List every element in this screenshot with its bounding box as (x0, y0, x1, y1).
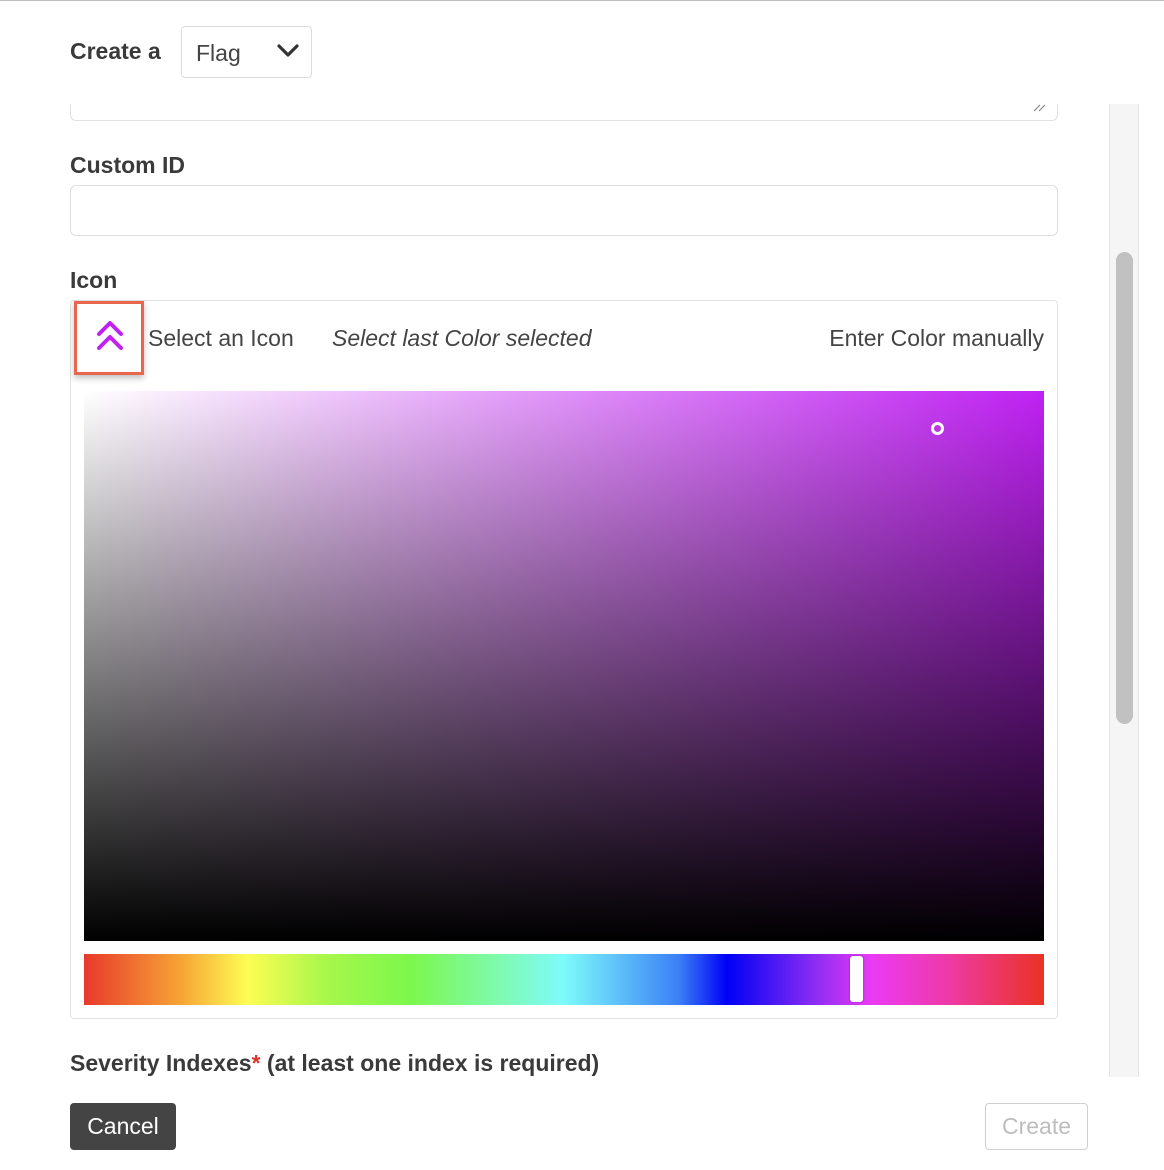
select-icon-link[interactable]: Select an Icon (148, 325, 294, 352)
severity-note: (at least one index is required) (260, 1050, 600, 1076)
custom-id-label: Custom ID (70, 152, 185, 178)
manual-color-link[interactable]: Enter Color manually (829, 325, 1044, 352)
severity-label-text: Severity Indexes (70, 1050, 252, 1076)
hue-slider[interactable] (84, 954, 1044, 1005)
last-color-link[interactable]: Select last Color selected (332, 325, 592, 352)
required-mark: * (251, 1050, 261, 1076)
header (0, 1, 1108, 104)
custom-id-input[interactable] (70, 185, 1058, 236)
cancel-button[interactable]: Cancel (70, 1103, 176, 1150)
create-label: Create a (70, 38, 161, 64)
create-button[interactable]: Create (985, 1103, 1088, 1150)
double-chevron-up-icon (97, 321, 123, 350)
hue-slider-handle[interactable] (850, 956, 863, 1002)
severity-indexes-label: Severity Indexes* (at least one index is… (70, 1050, 599, 1077)
saturation-value-area[interactable] (84, 391, 1044, 941)
icon-preview[interactable] (74, 301, 144, 375)
scrollbar-thumb[interactable] (1116, 252, 1133, 724)
color-cursor[interactable] (931, 422, 944, 435)
icon-label: Icon (70, 267, 118, 293)
chevron-down-icon (277, 44, 299, 57)
type-select-value: Flag (196, 40, 241, 66)
type-select[interactable]: Flag (181, 26, 312, 78)
